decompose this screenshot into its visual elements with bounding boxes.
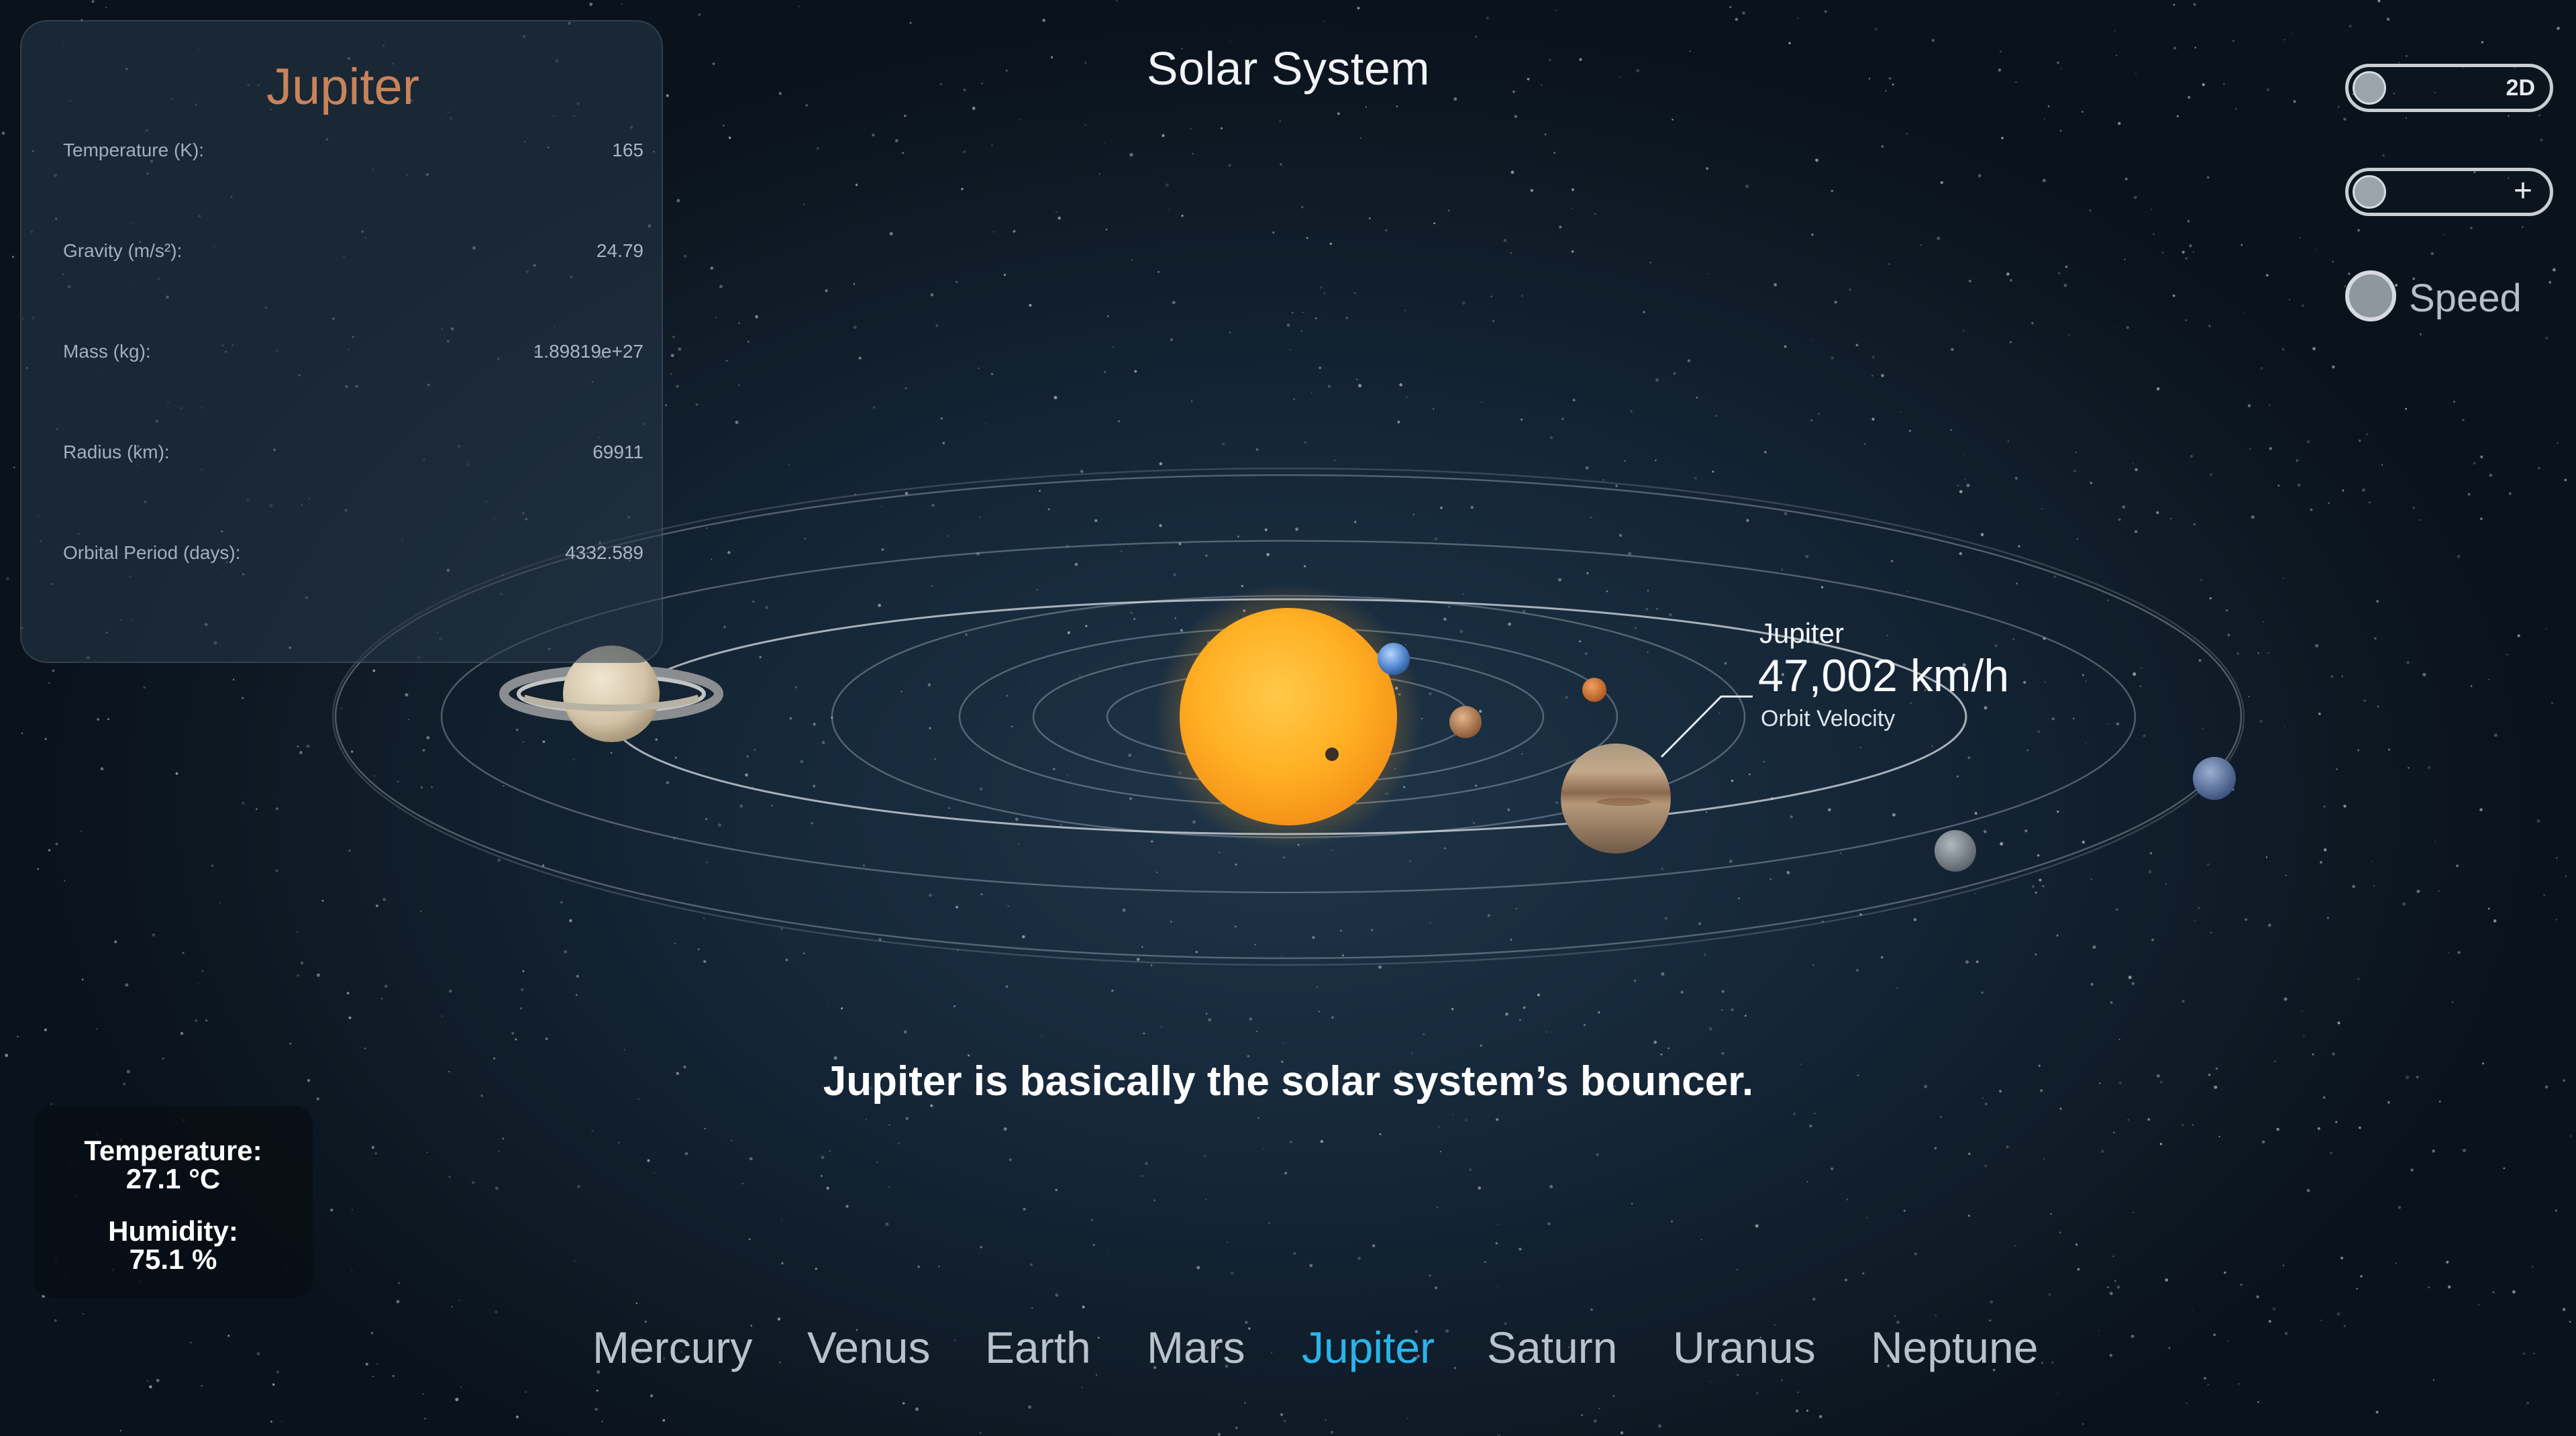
- callout-leader-line: [1660, 695, 1753, 758]
- nav-item-mars[interactable]: Mars: [1147, 1322, 1245, 1373]
- info-row-value: 1.89819e+27: [533, 341, 643, 362]
- plus-icon: +: [2513, 173, 2532, 209]
- info-row-value: 165: [612, 140, 643, 160]
- planet-jupiter[interactable]: [1561, 743, 1671, 854]
- planet-uranus[interactable]: [1935, 830, 1976, 872]
- sensor-readout-box: Temperature: 27.1 °C Humidity: 75.1 %: [34, 1106, 313, 1298]
- speed-control[interactable]: Speed: [2345, 270, 2546, 324]
- nav-item-earth[interactable]: Earth: [985, 1322, 1091, 1373]
- info-row-value: 69911: [593, 442, 643, 462]
- view-mode-toggle[interactable]: 2D: [2345, 64, 2553, 112]
- nav-item-saturn[interactable]: Saturn: [1487, 1322, 1617, 1373]
- callout-planet-name: Jupiter: [1759, 617, 1845, 649]
- planet-neptune[interactable]: [2193, 757, 2236, 800]
- info-row-mass: Mass (kg): 1.89819e+27: [63, 341, 643, 381]
- speed-toggle-knob[interactable]: [2345, 270, 2396, 321]
- view-mode-label: 2D: [2506, 75, 2535, 101]
- planet-mars[interactable]: [1582, 678, 1606, 702]
- nav-item-mercury[interactable]: Mercury: [593, 1322, 752, 1373]
- temperature-label: Temperature:: [84, 1135, 262, 1166]
- info-row-gravity: Gravity (m/s²): 24.79: [63, 240, 643, 280]
- toggle-knob[interactable]: [2353, 175, 2386, 209]
- info-row-value: 4332.589: [565, 542, 643, 563]
- callout-velocity: 47,002 km/h: [1758, 650, 2010, 701]
- info-row-label: Temperature (K):: [63, 140, 205, 160]
- info-row-label: Mass (kg):: [63, 341, 151, 362]
- info-panel-title: Jupiter: [266, 58, 420, 115]
- info-row-label: Orbital Period (days):: [63, 542, 241, 563]
- humidity-label: Humidity:: [108, 1215, 238, 1247]
- fun-fact-text: Jupiter is basically the solar system’s …: [823, 1058, 1754, 1105]
- info-row-label: Radius (km):: [63, 442, 170, 462]
- humidity-value: 75.1 %: [129, 1243, 217, 1275]
- zoom-toggle[interactable]: +: [2345, 168, 2553, 216]
- info-row-orbital-period: Orbital Period (days): 4332.589: [63, 542, 643, 582]
- callout-caption: Orbit Velocity: [1761, 706, 1896, 731]
- nav-item-venus[interactable]: Venus: [807, 1322, 931, 1373]
- nav-item-neptune[interactable]: Neptune: [1871, 1322, 2039, 1373]
- info-row-value: 24.79: [596, 240, 643, 261]
- planet-mercury[interactable]: [1325, 748, 1339, 761]
- planet-nav: Mercury Venus Earth Mars Jupiter Saturn …: [0, 1322, 2576, 1382]
- nav-item-uranus[interactable]: Uranus: [1673, 1322, 1816, 1373]
- planet-earth[interactable]: [1378, 643, 1410, 675]
- page-title: Solar System: [1146, 42, 1431, 95]
- info-row-temperature: Temperature (K): 165: [63, 140, 643, 180]
- planet-info-panel: Jupiter Temperature (K): 165 Gravity (m/…: [20, 20, 663, 663]
- info-row-radius: Radius (km): 69911: [63, 442, 643, 482]
- temperature-value: 27.1 °C: [125, 1163, 221, 1194]
- planet-venus[interactable]: [1449, 706, 1482, 738]
- toggle-knob[interactable]: [2353, 71, 2386, 105]
- nav-item-jupiter[interactable]: Jupiter: [1302, 1322, 1435, 1373]
- solar-system-viewport[interactable]: Solar System Jupiter Temperature (K): 16…: [0, 0, 2576, 1436]
- sun[interactable]: [1180, 608, 1397, 825]
- info-row-label: Gravity (m/s²):: [63, 240, 183, 261]
- speed-label: Speed: [2409, 276, 2522, 320]
